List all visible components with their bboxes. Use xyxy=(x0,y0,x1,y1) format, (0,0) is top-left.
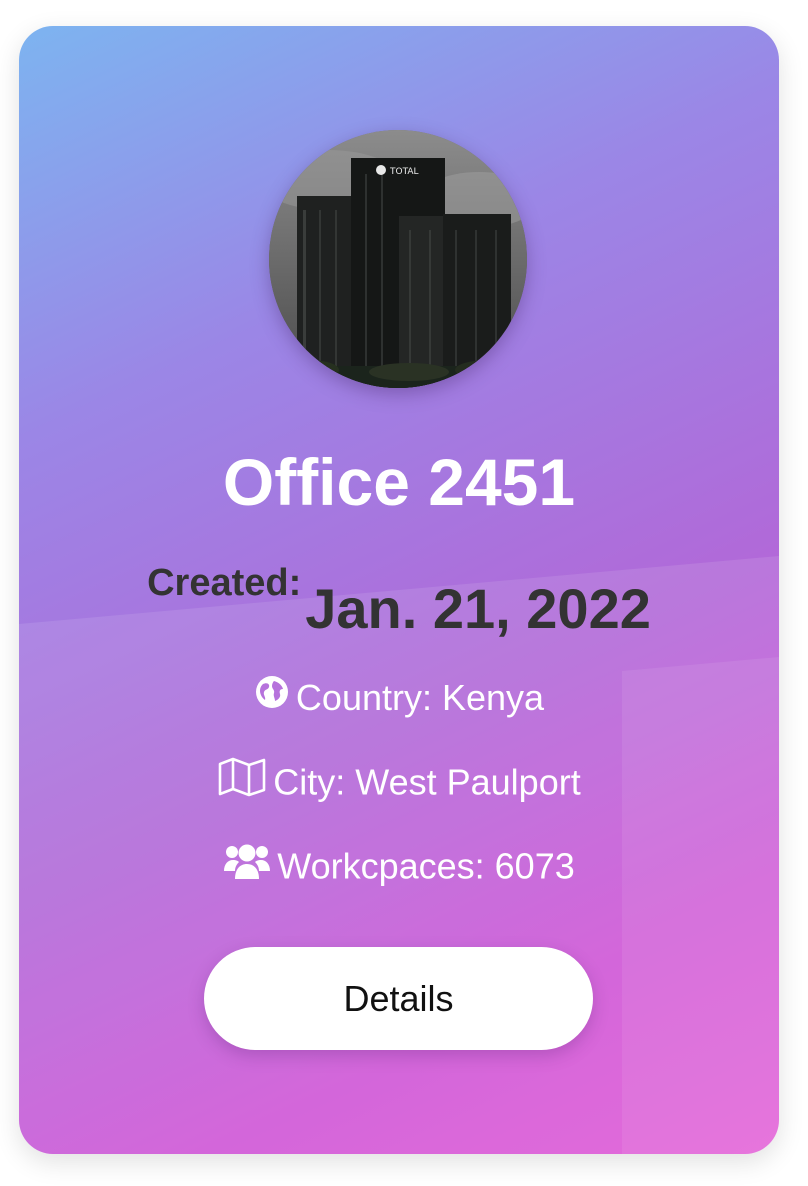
globe-icon xyxy=(254,674,290,720)
country-row: Country: Kenya xyxy=(19,676,779,723)
users-icon xyxy=(223,841,271,891)
office-card: TOTAL Office 2451 Created:Jan. 21, 2022 … xyxy=(19,26,779,1154)
office-photo: TOTAL xyxy=(269,130,527,388)
map-icon xyxy=(217,757,267,807)
details-button[interactable]: Details xyxy=(204,947,593,1050)
office-title: Office 2451 xyxy=(222,445,576,519)
created-row: Created:Jan. 21, 2022 xyxy=(19,562,779,640)
workspaces-row: Workcpaces: 6073 xyxy=(19,844,779,894)
building-sign: TOTAL xyxy=(389,167,419,177)
country-text: Country: Kenya xyxy=(295,677,545,718)
created-date: Jan. 21, 2022 xyxy=(305,577,651,640)
created-label: Created: xyxy=(147,562,302,604)
city-text: City: West Paulport xyxy=(273,761,581,803)
city-row: City: West Paulport xyxy=(19,757,779,810)
workspaces-text: Workcpaces: 6073 xyxy=(277,845,575,887)
